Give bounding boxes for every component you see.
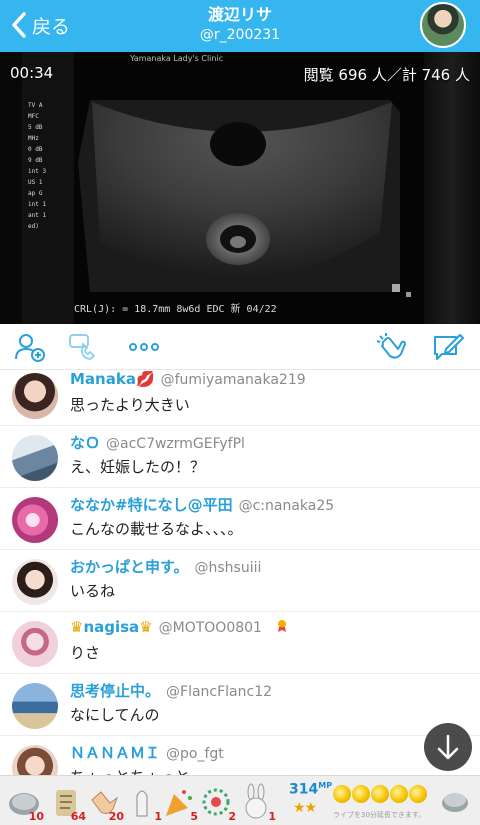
commenter-avatar[interactable]	[12, 621, 58, 667]
comment-text: え、妊娠したの！？	[70, 458, 206, 476]
compose-comment-icon[interactable]	[432, 332, 464, 362]
gift-count: 64	[70, 810, 86, 823]
gift-count: 5	[190, 810, 198, 823]
crown-icon: ♛	[139, 618, 153, 636]
comment-list[interactable]: Manaka💋 @fumiyamanaka219 思ったより大きい なＯ @acC7…	[0, 370, 480, 775]
comment-item[interactable]: ＮＡＮＡＭＩ@po_fgt ちょっとちょっと	[0, 736, 480, 775]
chevron-left-icon	[12, 12, 26, 38]
arrow-down-icon	[437, 734, 459, 760]
comment-text: ちょっとちょっと	[70, 766, 190, 775]
gift-count: 20	[108, 810, 124, 823]
extend-note: ライブを30分延長できます。	[333, 811, 426, 819]
crl-measurement: CRL(J): = 18.7mm 8w6d EDC 新 04/22	[74, 304, 277, 315]
commenter-avatar[interactable]	[12, 435, 58, 481]
coin-icon	[409, 785, 427, 803]
live-video[interactable]: TV A MFC 5 dB MHz 0 dB 9 dB int 3 US 1 a…	[0, 52, 480, 324]
gift-coin[interactable]: 10	[6, 782, 44, 823]
clap-hands-icon[interactable]	[376, 332, 408, 362]
commenter-avatar[interactable]	[12, 373, 58, 419]
ultrasound-readout-panel: TV A MFC 5 dB MHz 0 dB 9 dB int 3 US 1 a…	[22, 52, 74, 324]
commenter-handle: @acC7wzrmGEFyfPl	[106, 436, 245, 452]
comment-text: いるね	[70, 582, 116, 600]
collab-call-icon[interactable]	[68, 332, 100, 362]
commenter-name: なＯ @acC7wzrmGEFyfPl	[70, 434, 245, 452]
coin-stack-icon[interactable]	[440, 786, 470, 816]
page-title: 渡辺リサ	[207, 5, 272, 24]
gift-count: 2	[228, 810, 236, 823]
commenter-handle: @MOTOO0801	[158, 620, 262, 636]
coin-meter	[333, 785, 427, 805]
comment-item[interactable]: ♛nagisa♛ @MOTOO0801 りさ	[0, 612, 480, 674]
level-stars: ★★	[293, 800, 317, 816]
commenter-handle: @FlancFlanc12	[166, 684, 273, 700]
broadcaster-avatar[interactable]	[420, 2, 466, 48]
gift-count: 1	[268, 810, 276, 823]
commenter-avatar[interactable]	[12, 683, 58, 729]
gift-party[interactable]: 5	[160, 782, 198, 823]
video-side-bar	[424, 52, 480, 324]
commenter-avatar[interactable]	[12, 745, 58, 775]
comment-item[interactable]: Manaka💋 @fumiyamanaka219 思ったより大きい	[0, 370, 480, 426]
comment-text: なにしてんの	[70, 706, 160, 724]
comment-text: こんなの載せるなよ、、、。	[70, 520, 243, 538]
ultrasound-readout: TV A MFC 5 dB MHz 0 dB 9 dB int 3 US 1 a…	[28, 102, 47, 230]
coin-icon	[352, 785, 370, 803]
coin-icon	[390, 785, 408, 803]
action-toolbar	[0, 324, 480, 370]
commenter-name: Manaka💋 @fumiyamanaka219	[70, 370, 306, 388]
scroll-to-bottom-button[interactable]	[424, 723, 472, 771]
mp-counter: 314MP	[289, 781, 333, 798]
broadcaster-handle: @r_200231	[199, 27, 281, 43]
commenter-name: ＮＡＮＡＭＩ @po_fgt	[70, 744, 224, 762]
coin-icon	[371, 785, 389, 803]
comment-item[interactable]: ななか#特になし@平田 @c:nanaka25 こんなの載せるなよ、、、。	[0, 488, 480, 550]
commenter-name: ♛nagisa♛ @MOTOO0801	[70, 618, 289, 636]
commenter-name: おかっぱと申す。 @hshsuiii	[70, 558, 262, 576]
broadcaster-info: 渡辺リサ @r_200231	[140, 4, 340, 44]
commenter-name: 思考停止中。 @FlancFlanc12	[70, 682, 273, 700]
commenter-handle: @po_fgt	[166, 746, 224, 762]
commenter-name: ななか#特になし@平田 @c:nanaka25	[70, 496, 335, 514]
commenter-avatar[interactable]	[12, 497, 58, 543]
more-options-icon[interactable]	[128, 332, 160, 362]
comment-text: りさ	[70, 644, 101, 662]
commenter-handle: @hshsuiii	[194, 560, 262, 576]
gift-clap[interactable]: 20	[86, 782, 124, 823]
back-button[interactable]: 戻る	[10, 10, 70, 40]
viewer-count: 閲覧 696 人／計 746 人	[303, 66, 470, 84]
commenter-avatar[interactable]	[12, 559, 58, 605]
coin-icon	[333, 785, 351, 803]
comment-item[interactable]: おかっぱと申す。 @hshsuiii いるね	[0, 550, 480, 612]
comment-item[interactable]: 思考停止中。 @FlancFlanc12 なにしてんの	[0, 674, 480, 736]
gift-fireworks[interactable]: 2	[198, 782, 236, 823]
comment-text: 思ったより大きい	[70, 396, 190, 414]
gift-figure[interactable]: 1	[124, 782, 162, 823]
gift-rabbit[interactable]: 1	[238, 782, 276, 823]
gift-count: 10	[28, 810, 44, 823]
live-timer: 00:34	[10, 64, 54, 82]
gift-bar: 10 64 20 1 5 2 1 314MP ★★ ライブを30分延長できます。	[0, 775, 480, 825]
gift-scroll[interactable]: 64	[48, 782, 86, 823]
back-label: 戻る	[32, 15, 71, 38]
clinic-label: Yamanaka Lady's Clinic	[130, 54, 224, 63]
add-user-icon[interactable]	[14, 332, 46, 362]
header-bar: 戻る 渡辺リサ @r_200231	[0, 0, 480, 52]
crown-icon: ♛	[70, 618, 84, 636]
ribbon-badge-icon	[278, 620, 287, 632]
commenter-handle: @fumiyamanaka219	[160, 372, 306, 388]
commenter-handle: @c:nanaka25	[238, 498, 335, 514]
comment-item[interactable]: なＯ @acC7wzrmGEFyfPl え、妊娠したの！？	[0, 426, 480, 488]
